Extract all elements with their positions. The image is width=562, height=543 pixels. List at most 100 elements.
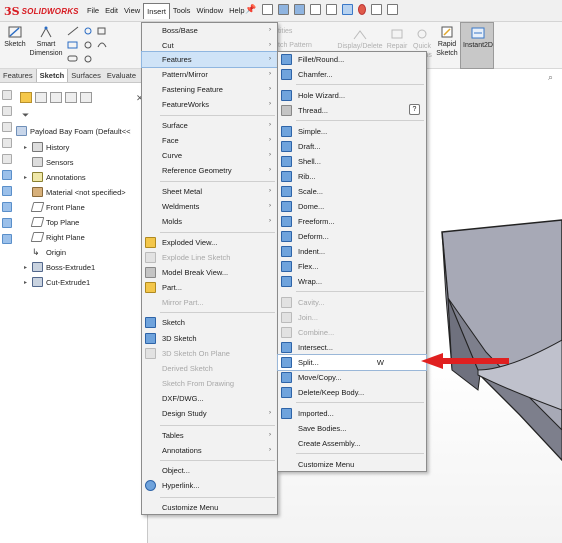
smart-dimension-button[interactable]: Smart Dimension: [29, 25, 63, 58]
menu-item-features[interactable]: Features ›: [141, 51, 278, 68]
menu-item-pattern-mirror[interactable]: Pattern/Mirror ›: [142, 67, 277, 82]
menu-item-model-break-view[interactable]: Model Break View...: [142, 265, 277, 280]
new-document-icon[interactable]: [262, 4, 273, 15]
menu-item-chamfer[interactable]: Chamfer...: [278, 67, 426, 82]
menu-item-save-bodies[interactable]: Save Bodies...: [278, 421, 426, 436]
menu-item-reference-geometry[interactable]: Reference Geometry ›: [142, 163, 277, 178]
display-delete-relations-button[interactable]: Display/Delete: [334, 27, 386, 51]
repair-sketch-button[interactable]: Repair: [386, 27, 408, 51]
tab-features[interactable]: Features: [0, 69, 36, 82]
menu-item-freeform[interactable]: Freeform...: [278, 214, 426, 229]
undo-icon[interactable]: [326, 4, 337, 15]
menu-item-draft[interactable]: Draft...: [278, 139, 426, 154]
display-manager-icon[interactable]: [80, 92, 92, 103]
menu-item-scale[interactable]: Scale...: [278, 184, 426, 199]
filter-icon[interactable]: ⏷: [22, 110, 29, 121]
options-gear-icon[interactable]: [387, 4, 398, 15]
menu-item-sheet-metal[interactable]: Sheet Metal ›: [142, 184, 277, 199]
tree-node[interactable]: ▸ Boss-Extrude1: [24, 260, 95, 274]
menu-item-intersect[interactable]: Intersect...: [278, 340, 426, 355]
rapid-sketch-button[interactable]: Rapid Sketch: [435, 25, 459, 58]
menu-tools[interactable]: Tools: [170, 3, 194, 19]
menu-item-molds[interactable]: Molds ›: [142, 214, 277, 229]
menu-item-fillet-round[interactable]: Fillet/Round...: [278, 52, 426, 67]
menu-item-dxf-dwg[interactable]: DXF/DWG...: [142, 391, 277, 406]
property-manager-icon[interactable]: [35, 92, 47, 103]
display-icon[interactable]: [2, 218, 12, 228]
menu-item-hyperlink[interactable]: Hyperlink...: [142, 478, 277, 493]
menu-item-dome[interactable]: Dome...: [278, 199, 426, 214]
save-icon[interactable]: [294, 4, 305, 15]
menu-item-move-copy[interactable]: Move/Copy...: [278, 370, 426, 385]
menu-item-object[interactable]: Object...: [142, 463, 277, 478]
menu-view[interactable]: View: [121, 3, 143, 19]
menu-item-3d-sketch[interactable]: 3D Sketch: [142, 331, 277, 346]
menu-item-boss-base[interactable]: Boss/Base ›: [142, 23, 277, 38]
menu-item-sketch[interactable]: Sketch: [142, 315, 277, 330]
menu-item-exploded-view[interactable]: Exploded View...: [142, 235, 277, 250]
instant2d-button[interactable]: Instant2D: [460, 22, 494, 69]
view-orientation-icon[interactable]: ⌕: [548, 73, 553, 83]
sketch-layer-icon[interactable]: [2, 170, 12, 180]
pin-icon[interactable]: 📌: [245, 4, 256, 15]
expand-arrow-icon[interactable]: ▸: [24, 279, 32, 286]
help-icon[interactable]: ?: [409, 104, 420, 115]
tree-node[interactable]: Top Plane: [24, 215, 79, 229]
tree-node[interactable]: ▸ Cut-Extrude1: [24, 275, 90, 289]
menu-item-simple[interactable]: Simple...: [278, 124, 426, 139]
menu-item-flex[interactable]: Flex...: [278, 259, 426, 274]
expand-arrow-icon[interactable]: ▸: [24, 174, 32, 181]
menu-item-design-study[interactable]: Design Study ›: [142, 406, 277, 421]
menu-item-featureworks[interactable]: FeatureWorks ›: [142, 97, 277, 112]
print-icon[interactable]: [310, 4, 321, 15]
file-properties-icon[interactable]: [371, 4, 382, 15]
menu-item-wrap[interactable]: Wrap...: [278, 274, 426, 289]
display-icon[interactable]: [2, 234, 12, 244]
expand-arrow-icon[interactable]: ▸: [24, 144, 32, 151]
menu-item-surface[interactable]: Surface ›: [142, 118, 277, 133]
menu-item-customize-menu[interactable]: Customize Menu: [142, 500, 277, 515]
solidworks-logo[interactable]: 3S SOLIDWORKS: [4, 3, 79, 19]
menu-item-delete-keep-body[interactable]: Delete/Keep Body...: [278, 385, 426, 400]
select-icon[interactable]: [342, 4, 353, 15]
sketch-layer-icon[interactable]: [2, 186, 12, 196]
menu-item-tables[interactable]: Tables ›: [142, 428, 277, 443]
menu-file[interactable]: File: [84, 3, 102, 19]
menu-item-annotations[interactable]: Annotations ›: [142, 443, 277, 458]
feature-manager-tree-icon[interactable]: [20, 92, 32, 103]
tree-node[interactable]: ▸ History: [24, 140, 69, 154]
menu-window[interactable]: Window: [193, 3, 226, 19]
layer-icon[interactable]: [2, 154, 12, 164]
menu-item-curve[interactable]: Curve ›: [142, 148, 277, 163]
rebuild-icon[interactable]: [358, 4, 366, 15]
menu-item-cut[interactable]: Cut ›: [142, 38, 277, 53]
menu-item-imported[interactable]: Imported...: [278, 406, 426, 421]
layer-icon[interactable]: [2, 138, 12, 148]
menu-item-face[interactable]: Face ›: [142, 133, 277, 148]
menu-item-split[interactable]: Split... W: [277, 354, 427, 371]
menu-item-rib[interactable]: Rib...: [278, 169, 426, 184]
display-icon[interactable]: [2, 202, 12, 212]
menu-item-customize-menu[interactable]: Customize Menu: [278, 457, 426, 472]
menu-item-indent[interactable]: Indent...: [278, 244, 426, 259]
tree-node[interactable]: Front Plane: [24, 200, 85, 214]
menu-item-create-assembly[interactable]: Create Assembly...: [278, 436, 426, 451]
menu-edit[interactable]: Edit: [102, 3, 121, 19]
tree-node[interactable]: Material <not specified>: [24, 185, 126, 199]
open-icon[interactable]: [278, 4, 289, 15]
menu-item-hole-wizard[interactable]: Hole Wizard...: [278, 88, 426, 103]
expand-arrow-icon[interactable]: ▸: [24, 264, 32, 271]
layer-icon[interactable]: [2, 106, 12, 116]
tree-node[interactable]: ▸ Annotations: [24, 170, 86, 184]
sketch-button[interactable]: Sketch: [3, 25, 27, 49]
layer-icon[interactable]: [2, 90, 12, 100]
tree-node[interactable]: ↳ Origin: [24, 245, 66, 259]
menu-item-thread[interactable]: Thread...?: [278, 103, 426, 118]
configuration-manager-icon[interactable]: [50, 92, 62, 103]
tab-evaluate[interactable]: Evaluate: [104, 69, 139, 82]
menu-item-weldments[interactable]: Weldments ›: [142, 199, 277, 214]
dimxpert-icon[interactable]: [65, 92, 77, 103]
tree-node[interactable]: Sensors: [24, 155, 74, 169]
tab-surfaces[interactable]: Surfaces: [68, 69, 104, 82]
tree-node[interactable]: Right Plane: [24, 230, 85, 244]
